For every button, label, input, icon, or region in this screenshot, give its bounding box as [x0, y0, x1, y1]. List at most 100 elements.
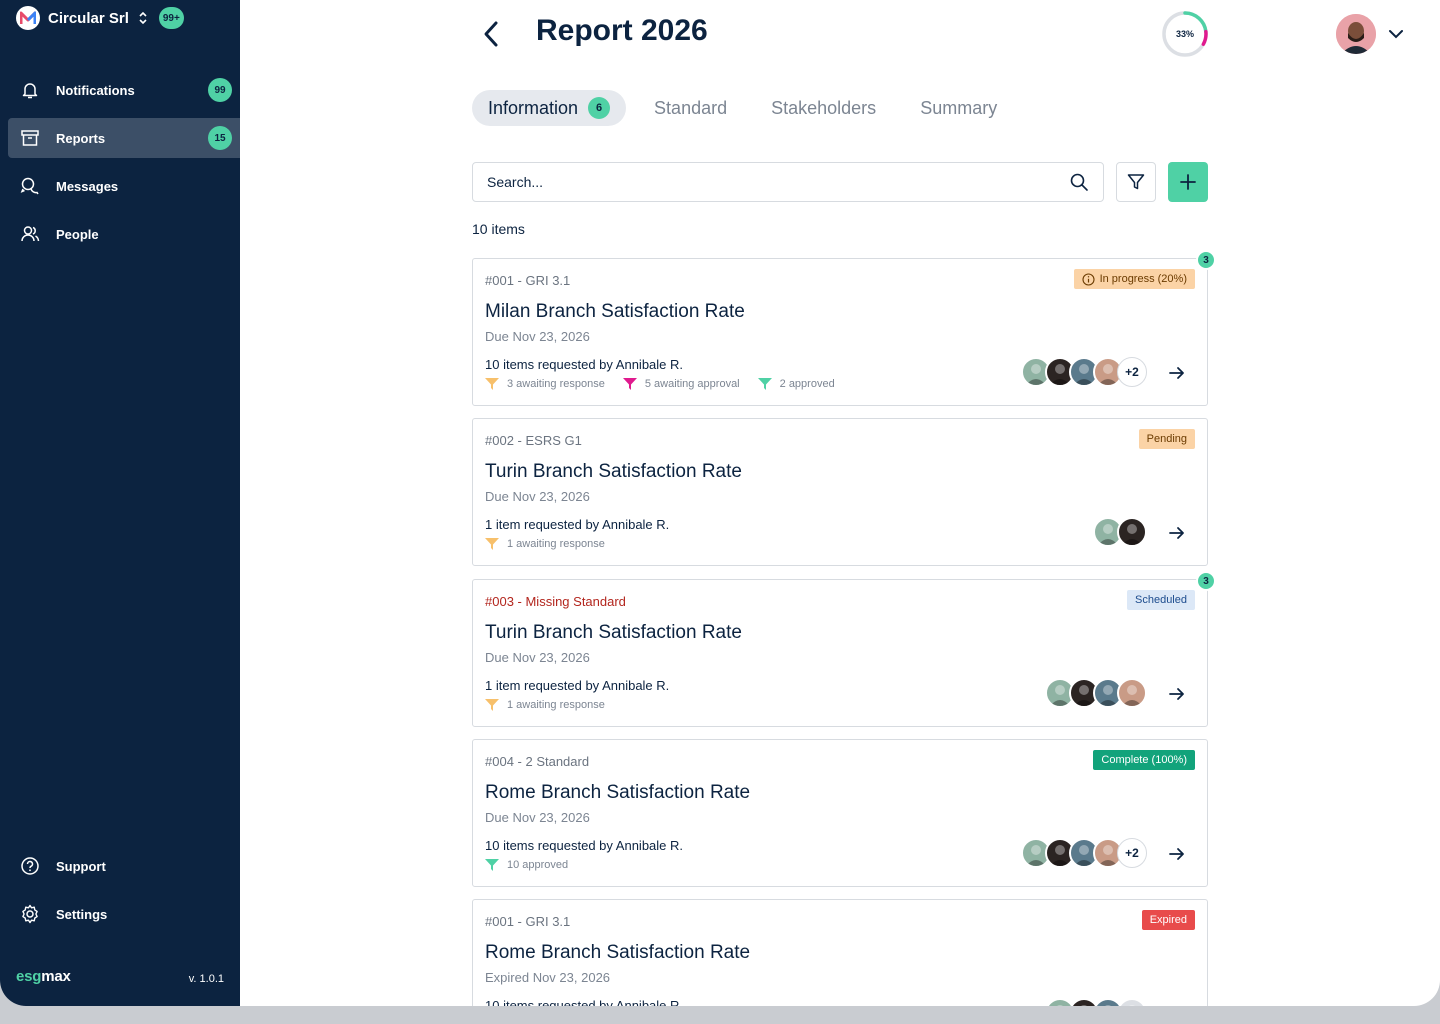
stat-text: 5 awaiting approval	[644, 378, 740, 390]
brand-part1: esg	[16, 968, 42, 985]
assignee-avatars[interactable]	[1093, 517, 1147, 547]
assignee-avatars[interactable]: +2	[1021, 357, 1147, 387]
plus-icon	[1180, 174, 1196, 190]
stat-text: 1 awaiting response	[507, 538, 605, 550]
card-code: #002 - ESRS G1	[485, 433, 582, 448]
more-assignees: +2	[1117, 838, 1147, 868]
card-requested: 1 item requested by Annibale R.	[485, 678, 670, 693]
report-card[interactable]: #001 - GRI 3.1 Milan Branch Satisfaction …	[472, 250, 1216, 406]
assignee-avatars[interactable]	[1045, 678, 1147, 708]
brand-part2: max	[41, 968, 71, 985]
card-stats: 3 awaiting response 5 awaiting approval 2 …	[485, 377, 853, 391]
filter-icon	[1127, 174, 1145, 190]
card-requested: 10 items requested by Annibale R.	[485, 357, 684, 372]
nav-badge: 15	[208, 126, 232, 150]
status-text: Expired	[1149, 914, 1187, 926]
nav-label: People	[56, 226, 99, 242]
card-due-date: Due Nov 23, 2026	[485, 810, 590, 825]
search-icon[interactable]	[1069, 172, 1089, 192]
chevron-left-icon	[484, 21, 498, 47]
sidebar: Circular Srl 99+ Notifications 99 Report…	[0, 0, 240, 1006]
nav-item-support[interactable]: Support	[8, 846, 240, 886]
app-version: v. 1.0.1	[188, 973, 224, 985]
nav-label: Support	[56, 858, 106, 874]
report-card[interactable]: #003 - Missing Standard Turin Branch Sati…	[472, 571, 1216, 727]
card-due-date: Due Nov 23, 2026	[485, 489, 590, 504]
nav-label: Settings	[56, 906, 108, 922]
card-due-date: Due Nov 23, 2026	[485, 650, 590, 665]
status-text: Scheduled	[1135, 594, 1187, 606]
stat-item: 10 approved	[485, 858, 568, 872]
card-code: #003 - Missing Standard	[485, 594, 626, 609]
card-requested: 10 items requested by Annibale R.	[485, 998, 684, 1006]
stat-item: 3 awaiting response	[485, 377, 605, 391]
tab-label: Information	[488, 97, 579, 118]
arrow-right-icon[interactable]	[1167, 844, 1187, 864]
arrow-right-icon[interactable]	[1167, 363, 1187, 383]
archive-icon	[20, 128, 40, 148]
stat-item: 1 awaiting response	[485, 537, 605, 551]
add-button[interactable]	[1168, 162, 1208, 202]
arrow-right-icon[interactable]	[1167, 523, 1187, 543]
chevron-updown-icon	[139, 11, 147, 25]
arrow-right-icon[interactable]	[1167, 1004, 1187, 1006]
card-due-date: Due Nov 23, 2026	[485, 329, 590, 344]
report-card[interactable]: #004 - 2 Standard Rome Branch Satisfactio…	[472, 739, 1208, 887]
notification-badge: 3	[1196, 250, 1216, 270]
report-card[interactable]: #002 - ESRS G1 Turin Branch Satisfaction …	[472, 418, 1208, 566]
chat-icon	[20, 176, 40, 196]
card-title: Turin Branch Satisfaction Rate	[485, 461, 742, 482]
nav-item-people[interactable]: People	[8, 214, 240, 254]
main-nav: Notifications 99 Reports 15 Messages Peo…	[8, 70, 240, 262]
gear-icon	[20, 904, 40, 924]
avatar	[1117, 998, 1147, 1006]
tab-standard[interactable]: Standard	[638, 90, 743, 126]
status-badge: Complete (100%)	[1093, 750, 1195, 770]
tab-stakeholders[interactable]: Stakeholders	[755, 90, 892, 126]
nav-item-messages[interactable]: Messages	[8, 166, 240, 206]
items-count: 10 items	[472, 221, 525, 237]
org-switcher[interactable]: Circular Srl 99+	[16, 6, 184, 30]
stat-text: 1 awaiting response	[507, 699, 605, 711]
stat-text: 3 awaiting response	[507, 378, 605, 390]
funnel-icon	[622, 378, 637, 390]
card-requested: 1 item requested by Annibale R.	[485, 517, 670, 532]
chevron-down-icon[interactable]	[1386, 24, 1406, 44]
page-title: Report 2026	[536, 14, 708, 47]
report-card[interactable]: #001 - GRI 3.1 Rome Branch Satisfaction R…	[472, 899, 1208, 1006]
card-title: Milan Branch Satisfaction Rate	[485, 301, 745, 322]
status-badge: In progress (20%)	[1073, 269, 1195, 289]
nav-label: Messages	[56, 178, 119, 194]
card-stats: 1 awaiting response	[485, 698, 623, 712]
progress-label: 33%	[1175, 29, 1194, 39]
assignee-avatars[interactable]	[1045, 998, 1147, 1006]
card-title: Rome Branch Satisfaction Rate	[485, 782, 751, 803]
assignee-avatars[interactable]: +2	[1021, 838, 1147, 868]
tab-information[interactable]: Information 6	[472, 90, 627, 126]
card-code: #001 - GRI 3.1	[485, 273, 571, 288]
more-assignees: +2	[1117, 357, 1147, 387]
stat-item: 5 awaiting approval	[622, 377, 740, 391]
back-button[interactable]	[478, 18, 506, 50]
search-input[interactable]	[487, 174, 1069, 190]
search-box	[472, 162, 1104, 202]
card-stats: 1 awaiting response	[485, 537, 623, 551]
nav-label: Reports	[56, 130, 106, 146]
report-progress-ring: 33%	[1160, 9, 1210, 59]
nav-item-reports[interactable]: Reports 15	[8, 118, 240, 158]
card-stats: 10 approved	[485, 858, 586, 872]
tab-summary[interactable]: Summary	[904, 90, 1013, 126]
funnel-icon	[485, 538, 499, 550]
tab-label: Standard	[654, 97, 728, 118]
arrow-right-icon[interactable]	[1167, 684, 1187, 704]
nav-item-settings[interactable]: Settings	[8, 894, 240, 934]
nav-label: Notifications	[56, 82, 135, 98]
tab-badge: 6	[588, 97, 611, 119]
filter-button[interactable]	[1116, 162, 1156, 202]
stat-text: 10 approved	[507, 859, 569, 871]
nav-item-notifications[interactable]: Notifications 99	[8, 70, 240, 110]
bell-icon	[20, 80, 40, 100]
user-avatar[interactable]	[1336, 14, 1376, 54]
status-badge: Pending	[1138, 429, 1195, 449]
stat-item: 1 awaiting response	[485, 698, 605, 712]
